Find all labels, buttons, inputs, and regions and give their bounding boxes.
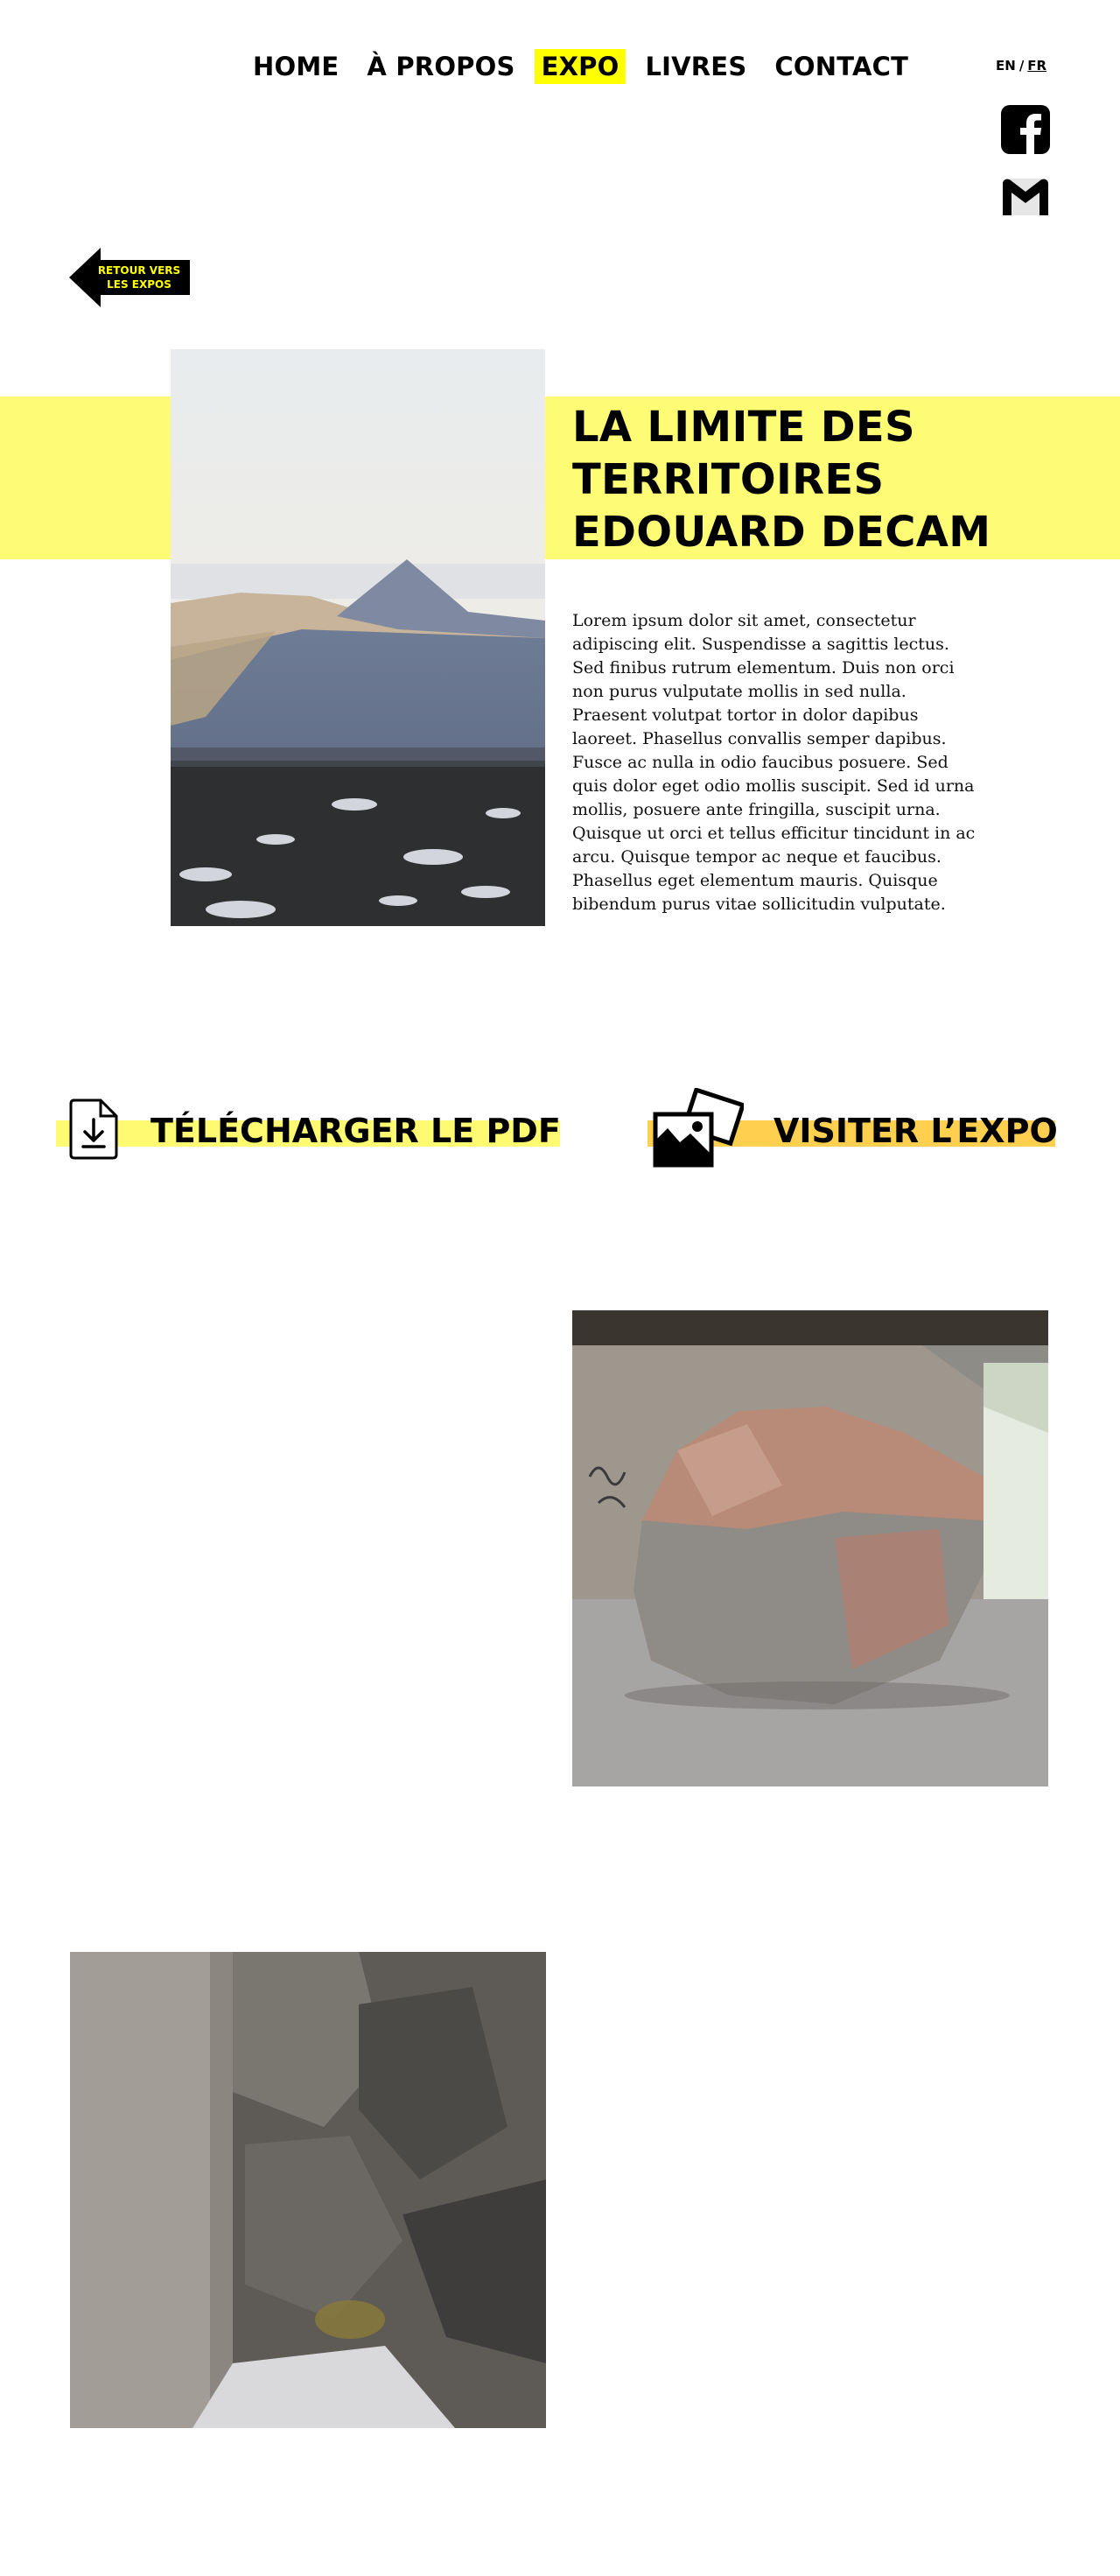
nav-livres[interactable]: LIVRES (641, 49, 750, 84)
nav-contact[interactable]: CONTACT (771, 49, 912, 84)
expo-description: Lorem ipsum dolor sit amet, consectetur … (572, 611, 976, 919)
gallery-photo-icon[interactable] (652, 1087, 746, 1169)
main-nav: HOME À PROPOS EXPO LIVRES CONTACT (249, 49, 912, 84)
download-pdf-button[interactable]: TÉLÉCHARGER LE PDF (150, 1110, 561, 1152)
language-switcher: EN / FR (996, 58, 1046, 74)
title-line-3: EDOUARD DECAM (572, 508, 991, 557)
gmail-icon[interactable] (1001, 177, 1050, 217)
back-label: RETOUR VERS LES EXPOS (97, 264, 181, 291)
pdf-download-icon[interactable] (67, 1097, 120, 1162)
title-line-2: TERRITOIRES (572, 455, 885, 504)
hero-image (171, 349, 545, 926)
visit-expo-button[interactable]: VISITER L’EXPO (774, 1110, 1058, 1152)
gallery-photo-boulder[interactable] (572, 1310, 1048, 1786)
lang-fr[interactable]: FR (1027, 58, 1046, 74)
title-line-1: LA LIMITE DES (572, 403, 915, 452)
back-to-expos-button[interactable]: RETOUR VERS LES EXPOS (69, 248, 192, 307)
nav-home[interactable]: HOME (249, 49, 342, 84)
gallery-photo-rock-wall[interactable] (70, 1952, 546, 2428)
lang-en[interactable]: EN (996, 58, 1016, 74)
facebook-icon[interactable] (1001, 105, 1050, 154)
nav-expo[interactable]: EXPO (534, 49, 626, 84)
nav-a-propos[interactable]: À PROPOS (363, 49, 518, 84)
lang-separator: / (1018, 58, 1025, 74)
page-title: LA LIMITE DES TERRITOIRES EDOUARD DECAM (572, 401, 1097, 558)
